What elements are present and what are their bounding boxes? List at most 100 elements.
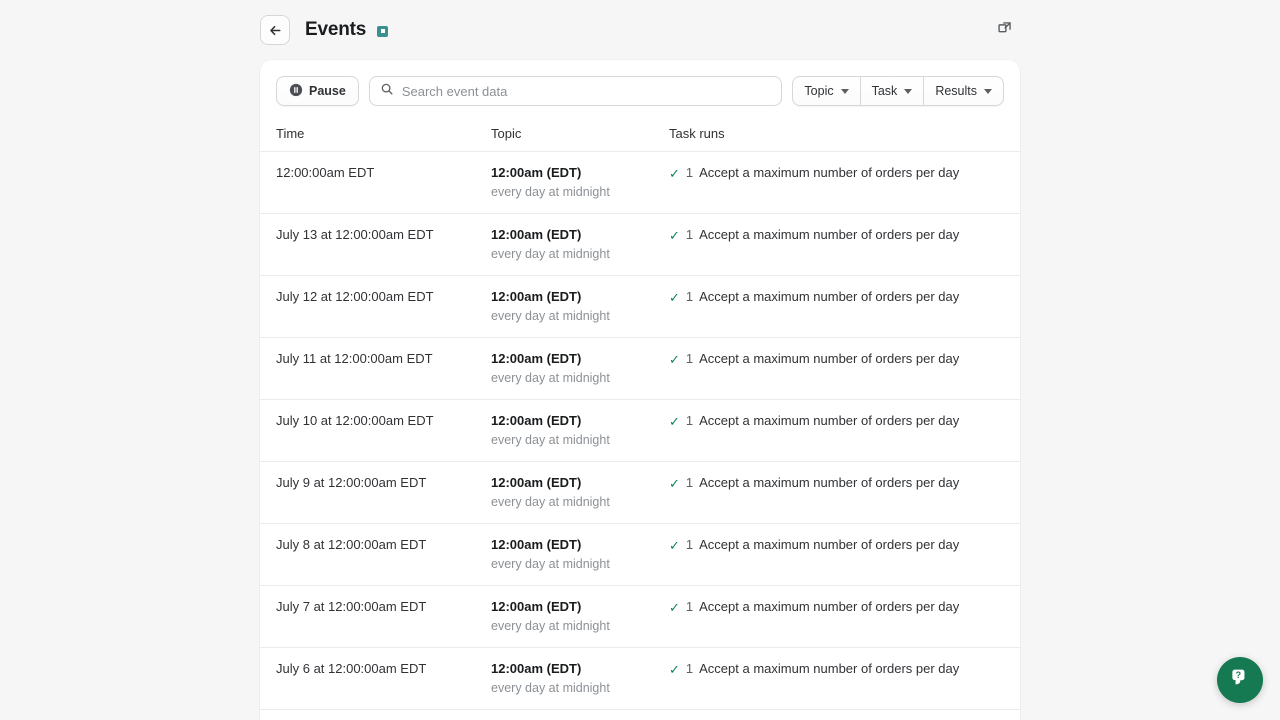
cell-time: July 13 at 12:00:00am EDT: [276, 227, 434, 242]
table-row[interactable]: July 6 at 12:00:00am EDT 12:00am (EDT) eve…: [260, 648, 1020, 710]
check-icon: ✓: [669, 228, 680, 243]
events-card: Pause Topic Task Results: [260, 60, 1020, 720]
cell-time: July 8 at 12:00:00am EDT: [276, 537, 427, 552]
check-icon: ✓: [669, 476, 680, 491]
cell-topic: 12:00am (EDT) every day at midnight: [491, 351, 669, 385]
column-header-task-runs: Task runs: [669, 126, 725, 141]
search-icon: [380, 82, 394, 101]
filter-button-group: Topic Task Results: [792, 76, 1004, 106]
cell-task-runs: ✓ 1 Accept a maximum number of orders per …: [669, 599, 1004, 614]
topic-title: 12:00am (EDT): [491, 289, 582, 304]
table-row[interactable]: July 9 at 12:00:00am EDT 12:00am (EDT) eve…: [260, 462, 1020, 524]
task-name[interactable]: Accept a maximum number of orders per da…: [699, 351, 959, 366]
cell-time: 12:00:00am EDT: [276, 165, 375, 180]
cell-task-runs: ✓ 1 Accept a maximum number of orders per …: [669, 351, 1004, 366]
events-toolbar: Pause Topic Task Results: [260, 60, 1020, 120]
table-row[interactable]: July 10 at 12:00:00am EDT 12:00am (EDT) ev…: [260, 400, 1020, 462]
table-row[interactable]: July 12 at 12:00:00am EDT 12:00am (EDT) ev…: [260, 276, 1020, 338]
task-name[interactable]: Accept a maximum number of orders per da…: [699, 227, 959, 242]
topic-subtitle: every day at midnight: [491, 247, 610, 261]
topic-subtitle: every day at midnight: [491, 495, 610, 509]
topic-title: 12:00am (EDT): [491, 537, 582, 552]
svg-text:?: ?: [1235, 670, 1240, 680]
cell-task-runs: ✓ 1 Accept a maximum number of orders per …: [669, 475, 1004, 490]
run-count: 1: [685, 537, 694, 552]
filter-topic-button[interactable]: Topic: [792, 76, 860, 106]
chevron-down-icon: [984, 88, 992, 94]
pause-button[interactable]: Pause: [276, 76, 359, 106]
task-name[interactable]: Accept a maximum number of orders per da…: [699, 661, 959, 676]
cell-time: July 9 at 12:00:00am EDT: [276, 475, 427, 490]
cell-time: July 12 at 12:00:00am EDT: [276, 289, 434, 304]
run-count: 1: [685, 599, 694, 614]
topic-title: 12:00am (EDT): [491, 413, 582, 428]
cell-topic: 12:00am (EDT) every day at midnight: [491, 661, 669, 695]
task-name[interactable]: Accept a maximum number of orders per da…: [699, 289, 959, 304]
check-icon: ✓: [669, 662, 680, 677]
chevron-down-icon: [840, 88, 849, 94]
open-in-new-window-icon: [997, 19, 1014, 41]
cell-topic: 12:00am (EDT) every day at midnight: [491, 599, 669, 633]
table-header: Time Topic Task runs: [260, 120, 1020, 152]
cell-topic: 12:00am (EDT) every day at midnight: [491, 475, 669, 509]
arrow-left-icon: [268, 23, 283, 38]
topic-subtitle: every day at midnight: [491, 309, 610, 323]
run-count: 1: [685, 289, 694, 304]
run-count: 1: [685, 661, 694, 676]
events-table-body: 12:00:00am EDT 12:00am (EDT) every day at …: [260, 152, 1020, 720]
filter-task-button[interactable]: Task: [859, 76, 924, 106]
table-row[interactable]: July 11 at 12:00:00am EDT 12:00am (EDT) ev…: [260, 338, 1020, 400]
cell-task-runs: ✓ 1 Accept a maximum number of orders per …: [669, 165, 1004, 180]
table-row[interactable]: July 5 at 12:00:00am EDT12:00am (EDT)eve…: [260, 710, 1020, 720]
task-name[interactable]: Accept a maximum number of orders per da…: [699, 599, 959, 614]
table-row[interactable]: July 8 at 12:00:00am EDT 12:00am (EDT) eve…: [260, 524, 1020, 586]
table-row[interactable]: 12:00:00am EDT 12:00am (EDT) every day at …: [260, 152, 1020, 214]
column-header-time: Time: [276, 126, 305, 141]
filter-results-label: Results: [935, 84, 977, 98]
run-count: 1: [685, 351, 694, 366]
topic-subtitle: every day at midnight: [491, 681, 610, 695]
help-chat-button[interactable]: ?: [1217, 657, 1263, 703]
filter-results-button[interactable]: Results: [923, 76, 1004, 106]
page-header: Events: [260, 0, 1020, 60]
topic-title: 12:00am (EDT): [491, 599, 582, 614]
task-name[interactable]: Accept a maximum number of orders per da…: [699, 475, 959, 490]
task-name[interactable]: Accept a maximum number of orders per da…: [699, 165, 959, 180]
check-icon: ✓: [669, 352, 680, 367]
open-in-new-window-button[interactable]: [990, 15, 1020, 45]
run-count: 1: [685, 165, 694, 180]
cell-task-runs: ✓ 1 Accept a maximum number of orders per …: [669, 227, 1004, 242]
topic-title: 12:00am (EDT): [491, 661, 582, 676]
search-field[interactable]: [368, 76, 783, 106]
cell-task-runs: ✓ 1 Accept a maximum number of orders per …: [669, 289, 1004, 304]
check-icon: ✓: [669, 538, 680, 553]
task-name[interactable]: Accept a maximum number of orders per da…: [699, 413, 959, 428]
filter-task-label: Task: [871, 84, 898, 98]
topic-title: 12:00am (EDT): [491, 165, 582, 180]
help-chat-icon: ?: [1228, 665, 1253, 695]
task-name[interactable]: Accept a maximum number of orders per da…: [699, 537, 959, 552]
check-icon: ✓: [669, 600, 680, 615]
back-button[interactable]: [260, 15, 290, 45]
cell-topic: 12:00am (EDT) every day at midnight: [491, 537, 669, 571]
pause-button-label: Pause: [309, 84, 346, 98]
cell-task-runs: ✓ 1 Accept a maximum number of orders per …: [669, 661, 1004, 676]
topic-subtitle: every day at midnight: [491, 185, 610, 199]
topic-subtitle: every day at midnight: [491, 371, 610, 385]
table-row[interactable]: July 13 at 12:00:00am EDT 12:00am (EDT) ev…: [260, 214, 1020, 276]
check-icon: ✓: [669, 166, 680, 181]
cell-task-runs: ✓ 1 Accept a maximum number of orders per …: [669, 413, 1004, 428]
cell-topic: 12:00am (EDT) every day at midnight: [491, 227, 669, 261]
cell-topic: 12:00am (EDT) every day at midnight: [491, 289, 669, 323]
check-icon: ✓: [669, 290, 680, 305]
cell-topic: 12:00am (EDT) every day at midnight: [491, 165, 669, 199]
run-count: 1: [685, 475, 694, 490]
table-row[interactable]: July 7 at 12:00:00am EDT 12:00am (EDT) eve…: [260, 586, 1020, 648]
search-input[interactable]: [401, 83, 772, 99]
topic-subtitle: every day at midnight: [491, 433, 610, 447]
column-header-topic: Topic: [491, 126, 522, 141]
topic-title: 12:00am (EDT): [491, 475, 582, 490]
topic-title: 12:00am (EDT): [491, 227, 582, 242]
page-title: Events: [305, 19, 367, 40]
recording-indicator-icon: [377, 25, 389, 37]
